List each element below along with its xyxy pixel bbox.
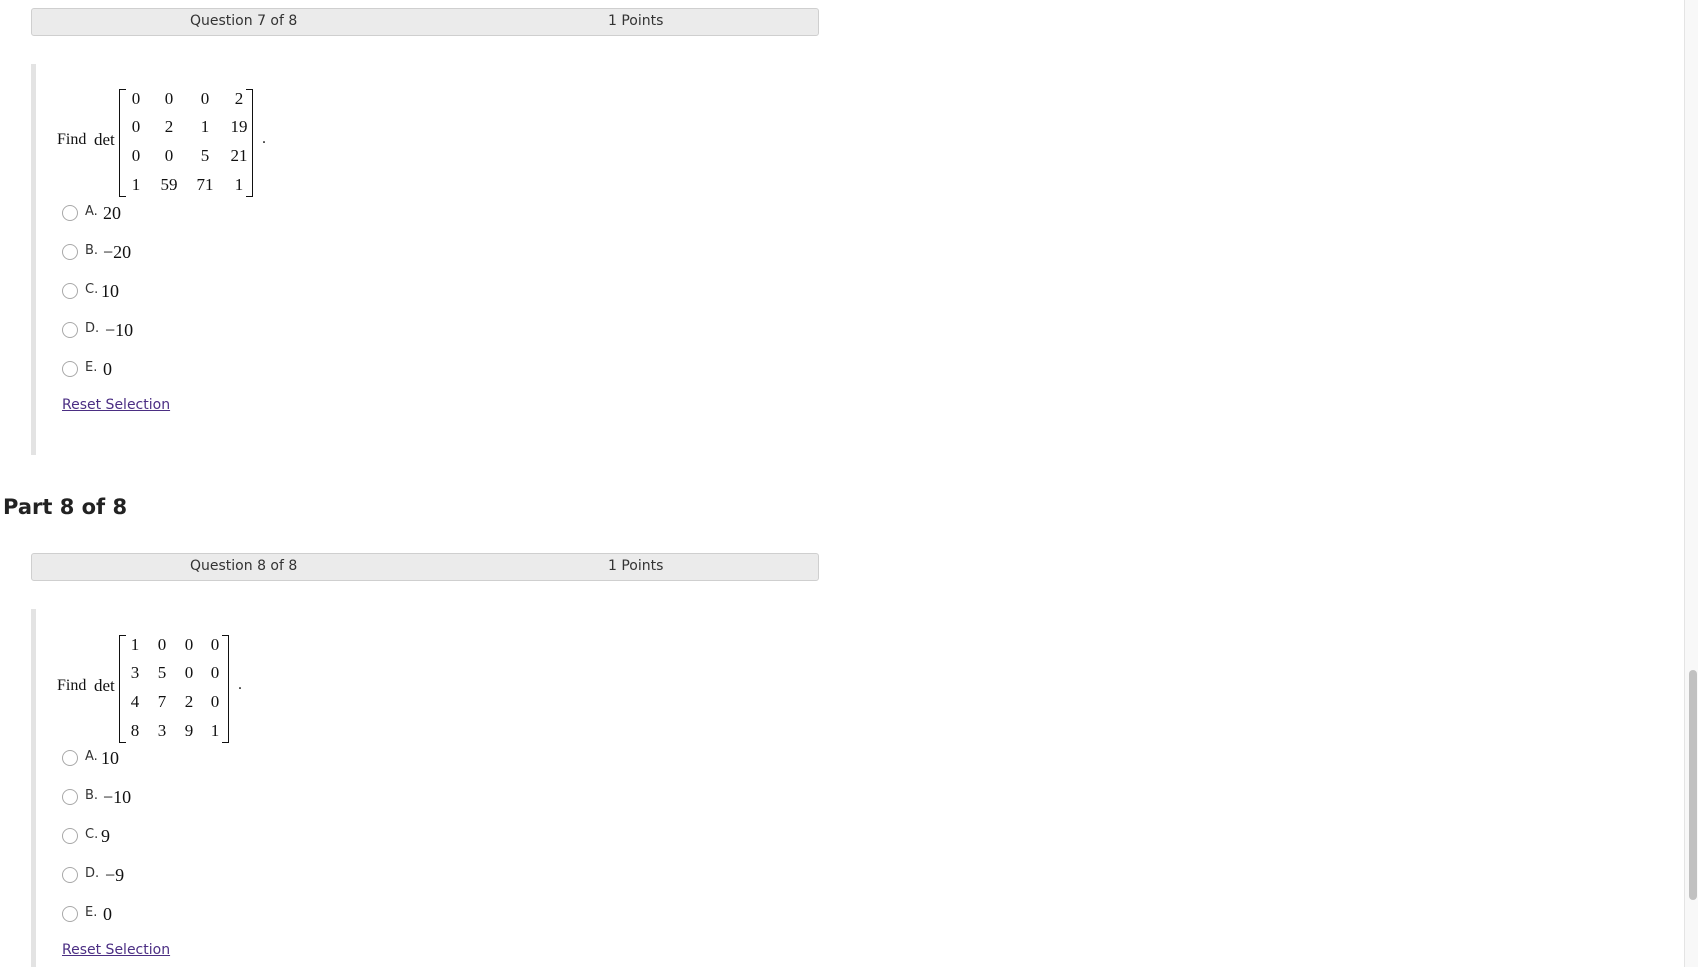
prompt-period: . — [238, 676, 242, 693]
option-letter: D. — [85, 321, 100, 336]
option-letter: B. — [85, 788, 99, 803]
option-value: 9 — [101, 826, 110, 846]
option-value: 10 — [101, 281, 119, 301]
scrollbar-thumb[interactable] — [1689, 670, 1697, 900]
option-value: −20 — [103, 242, 132, 262]
reset-selection-link[interactable]: Reset Selection — [62, 397, 170, 413]
radio-button[interactable] — [62, 283, 78, 299]
prompt-det: det — [94, 130, 115, 149]
question-7-header: Question 7 of 8 1 Points — [31, 8, 819, 36]
matrix-cell: 0 — [131, 117, 141, 136]
matrix-cell: 0 — [210, 692, 220, 711]
question-number: Question 8 of 8 — [190, 558, 298, 574]
radio-button[interactable] — [62, 205, 78, 221]
matrix-cell: 0 — [200, 89, 210, 108]
matrix-cell: 1 — [210, 721, 220, 740]
radio-button[interactable] — [62, 789, 78, 805]
matrix-cell: 1 — [200, 117, 210, 136]
matrix-cell: 5 — [157, 663, 167, 682]
vertical-scrollbar[interactable] — [1684, 0, 1698, 967]
matrix-cell: 59 — [160, 175, 178, 194]
question-number: Question 7 of 8 — [190, 13, 298, 29]
radio-button[interactable] — [62, 322, 78, 338]
prompt-find: Find — [57, 677, 87, 694]
matrix-cell: 0 — [164, 146, 174, 165]
option-value: −10 — [105, 320, 134, 340]
radio-button[interactable] — [62, 750, 78, 766]
matrix-cell: 3 — [130, 663, 140, 682]
part-title: Part 8 of 8 — [3, 495, 128, 519]
question-8-header: Question 8 of 8 1 Points — [31, 553, 819, 581]
question-8-block: Find det 1000350047208391 . A. 10 B. −10 C. 9… — [31, 609, 796, 967]
option-letter: E. — [85, 360, 98, 375]
matrix-cell: 2 — [164, 117, 174, 136]
question-points: 1 Points — [608, 13, 664, 29]
matrix-cell: 21 — [230, 146, 248, 165]
option-letter: C. — [85, 827, 99, 842]
option-value: 0 — [103, 904, 112, 924]
matrix-cell: 0 — [210, 663, 220, 682]
matrix-cell: 1 — [131, 175, 141, 194]
matrix-cell: 4 — [130, 692, 140, 711]
matrix-cell: 71 — [196, 175, 214, 194]
radio-button[interactable] — [62, 361, 78, 377]
radio-button[interactable] — [62, 244, 78, 260]
option-letter: D. — [85, 866, 100, 881]
matrix-cell: 0 — [210, 635, 220, 654]
radio-button[interactable] — [62, 828, 78, 844]
question-7-block: Find det 0 0 0 2 0 2 1 19 0 0 5 21 1 59 71 1 . A. 20 B. −2… — [31, 64, 796, 455]
determinant-matrix: 0 0 0 2 0 2 1 19 0 0 5 21 1 59 71 1 — [119, 89, 253, 197]
option-value: −10 — [103, 787, 132, 807]
option-value: 0 — [103, 359, 112, 379]
matrix-cell: 0 — [157, 635, 167, 654]
matrix-cell: 8 — [130, 721, 140, 740]
radio-button[interactable] — [62, 906, 78, 922]
matrix-cell: 7 — [157, 692, 167, 711]
prompt-find: Find — [57, 131, 87, 148]
radio-button[interactable] — [62, 867, 78, 883]
matrix-cell: 5 — [200, 146, 210, 165]
prompt-period: . — [262, 130, 266, 147]
matrix-cell: 1 — [130, 635, 140, 654]
prompt-det: det — [94, 676, 115, 695]
option-value: 20 — [103, 203, 121, 223]
option-letter: A. — [85, 749, 98, 764]
option-letter: B. — [85, 243, 99, 258]
option-value: 10 — [101, 748, 119, 768]
matrix-cell: 3 — [157, 721, 167, 740]
option-letter: C. — [85, 282, 99, 297]
matrix-cell: 0 — [131, 146, 141, 165]
matrix-cell: 0 — [131, 89, 141, 108]
determinant-matrix: 1000350047208391 — [119, 635, 229, 743]
matrix-cell: 2 — [234, 89, 244, 108]
option-value: −9 — [105, 865, 125, 885]
question-points: 1 Points — [608, 558, 664, 574]
option-letter: E. — [85, 905, 98, 920]
matrix-cell: 0 — [164, 89, 174, 108]
matrix-cell: 19 — [230, 117, 248, 136]
option-letter: A. — [85, 204, 98, 219]
matrix-cell: 1 — [234, 175, 244, 194]
reset-selection-link[interactable]: Reset Selection — [62, 942, 170, 958]
